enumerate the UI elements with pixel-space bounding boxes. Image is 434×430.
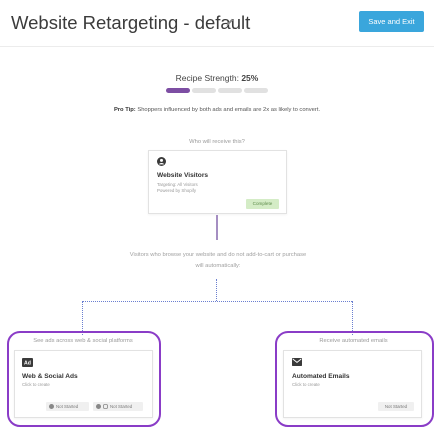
facebook-icon bbox=[96, 404, 101, 409]
emails-status-badge: Not Started bbox=[378, 402, 414, 411]
page-title: Website Retargeting - default bbox=[11, 12, 251, 33]
emails-card-subtitle: Click to create bbox=[292, 382, 320, 387]
svg-text:Ad: Ad bbox=[24, 361, 31, 367]
save-and-exit-button[interactable]: Save and Exit bbox=[359, 11, 424, 32]
recipe-strength-percent: 25% bbox=[241, 73, 259, 83]
emails-card-title: Automated Emails bbox=[292, 373, 350, 380]
pro-tip: Pro Tip: Shoppers influenced by both ads… bbox=[0, 107, 434, 113]
ads-card-title: Web & Social Ads bbox=[22, 373, 78, 380]
automation-description: Visitors who browse your website and do … bbox=[129, 252, 307, 269]
page-header: Website Retargeting - default Save and E… bbox=[0, 0, 434, 46]
ads-status-text-2: Not Started bbox=[110, 404, 133, 409]
strength-segment-2 bbox=[192, 88, 216, 93]
web-social-ads-card[interactable]: Ad Web & Social Ads Click to create Not … bbox=[14, 350, 153, 418]
connector-dotted-vertical bbox=[216, 279, 217, 301]
ads-status-badge-1: Not Started bbox=[46, 402, 89, 411]
card-title: Website Visitors bbox=[157, 172, 209, 179]
strength-segment-3 bbox=[218, 88, 242, 93]
strength-segment-4 bbox=[244, 88, 268, 93]
strength-segment-1 bbox=[166, 88, 190, 93]
recipe-strength-text: Recipe Strength: bbox=[175, 73, 242, 83]
header-divider bbox=[0, 46, 434, 47]
pro-tip-text: Shoppers influenced by both ads and emai… bbox=[135, 107, 321, 113]
ads-heading: See ads across web & social platforms bbox=[33, 338, 133, 344]
google-icon bbox=[49, 404, 54, 409]
pencil-icon[interactable] bbox=[225, 17, 235, 27]
connector-dotted-left bbox=[82, 301, 83, 335]
ad-icon: Ad bbox=[22, 358, 33, 367]
connector-line bbox=[216, 215, 218, 240]
pro-tip-label: Pro Tip: bbox=[113, 107, 136, 113]
emails-heading: Receive automated emails bbox=[319, 338, 388, 344]
recipe-strength-label: Recipe Strength: 25% bbox=[0, 73, 434, 83]
audience-heading: Who will receive this? bbox=[189, 139, 245, 145]
automated-emails-card[interactable]: Automated Emails Click to create Not Sta… bbox=[283, 350, 422, 418]
ads-status-badge-2: Not Started bbox=[93, 402, 143, 411]
user-icon bbox=[157, 157, 166, 166]
envelope-icon bbox=[292, 358, 302, 366]
ads-card-subtitle: Click to create bbox=[22, 382, 50, 387]
instagram-icon bbox=[103, 404, 108, 409]
connector-dotted-horizontal bbox=[82, 301, 352, 302]
ads-status-text-1: Not Started bbox=[56, 404, 79, 409]
status-badge-complete: Complete bbox=[246, 199, 279, 209]
card-powered-by: Powered by Shopify bbox=[157, 188, 197, 193]
connector-dotted-right bbox=[352, 301, 353, 335]
